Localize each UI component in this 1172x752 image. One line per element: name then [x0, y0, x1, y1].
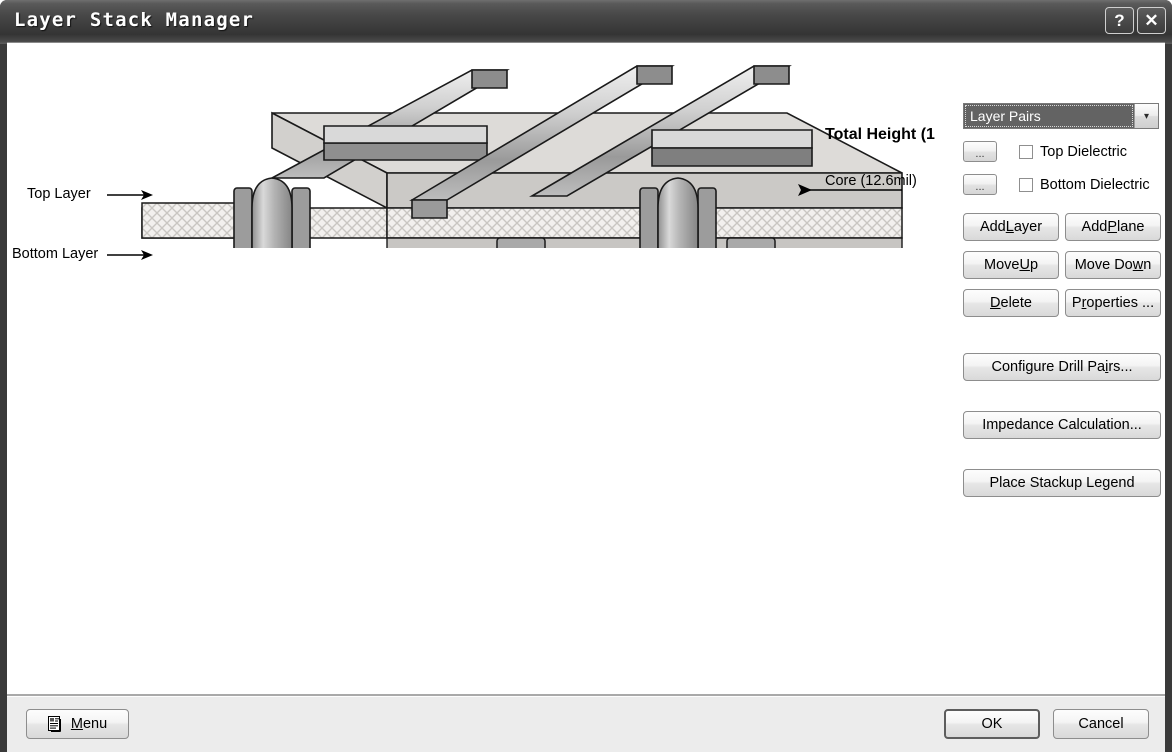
move-down-button[interactable]: Move Do w n — [1065, 251, 1161, 279]
top-dielectric-browse-button[interactable]: ... — [963, 141, 997, 162]
properties-button[interactable]: Pr operties ... — [1065, 289, 1161, 317]
move-up-button[interactable]: Move Up — [963, 251, 1059, 279]
add-layer-accel: L — [1005, 219, 1014, 235]
title-bar[interactable]: Layer Stack Manager ? ✕ — [0, 0, 1172, 44]
impedance-calculation-button[interactable]: Impedance Calculation... — [963, 411, 1161, 439]
impedance-label: Impedance Calculation... — [982, 417, 1142, 433]
add-layer-label-pre: Add — [979, 219, 1006, 235]
menu-button-label: Menu — [71, 716, 107, 732]
help-icon[interactable]: ? — [1105, 7, 1134, 34]
bottom-dielectric-checkbox[interactable] — [1019, 177, 1033, 192]
bottom-dielectric-browse-button[interactable]: ... — [963, 174, 997, 195]
add-plane-accel: P — [1107, 219, 1118, 235]
add-plane-label-pre: Add — [1081, 219, 1108, 235]
bottom-dielectric-row: ... Bottom Dielectric — [963, 174, 1150, 195]
cancel-button[interactable]: Cancel — [1053, 709, 1149, 739]
menu-list-icon — [47, 716, 63, 732]
drill-pairs-label-pre: Configure Drill Pa — [991, 359, 1106, 375]
bottom-dielectric-label: Bottom Dielectric — [1040, 176, 1150, 193]
move-up-accel: U — [1019, 257, 1030, 273]
stack-mode-combobox[interactable]: Layer Pairs ▾ — [963, 103, 1159, 129]
dialog-footer: Menu OK Cancel — [7, 694, 1165, 752]
place-stackup-legend-button[interactable]: Place Stackup Legend — [963, 469, 1161, 497]
dialog-client-area: Top Layer Bottom Layer Total Height (1 C… — [7, 42, 1165, 752]
properties-label-pre: P — [1071, 295, 1082, 311]
pcb-stack-svg — [141, 65, 903, 265]
top-dielectric-row: ... Top Dielectric — [963, 141, 1127, 162]
add-layer-button[interactable]: Add Layer — [963, 213, 1059, 241]
label-core: Core (12.6mil) — [825, 173, 917, 189]
add-plane-button[interactable]: Add Plane — [1065, 213, 1161, 241]
top-dielectric-label: Top Dielectric — [1040, 143, 1128, 160]
move-down-accel: w — [1132, 257, 1144, 273]
top-dielectric-checkbox[interactable] — [1019, 144, 1033, 159]
move-down-label-pre: Move Do — [1074, 257, 1133, 273]
via-2 — [639, 177, 717, 265]
menu-label-post: enu — [82, 716, 108, 732]
arrow-top-layer — [107, 190, 153, 200]
stack-mode-value[interactable]: Layer Pairs — [964, 104, 1134, 128]
delete-accel: D — [990, 295, 1001, 311]
drill-pairs-label-post: rs... — [1108, 359, 1133, 375]
move-up-label-pre: Move — [983, 257, 1020, 273]
dialog-window: Layer Stack Manager ? ✕ Top Layer Bottom… — [0, 0, 1172, 752]
move-up-label-post: p — [1029, 257, 1039, 273]
ok-button[interactable]: OK — [944, 709, 1040, 739]
pcb-stack-illustration: Top Layer Bottom Layer Total Height (1 C… — [12, 48, 962, 265]
add-layer-label-post: ayer — [1013, 219, 1043, 235]
configure-drill-pairs-button[interactable]: Configure Drill Pa i rs... — [963, 353, 1161, 381]
chevron-down-icon[interactable]: ▾ — [1134, 104, 1158, 128]
delete-label-post: elete — [1000, 295, 1032, 311]
label-total-height: Total Height (1 — [825, 126, 935, 143]
menu-button[interactable]: Menu — [26, 709, 129, 739]
add-plane-label-post: lane — [1117, 219, 1145, 235]
title-bar-buttons: ? ✕ — [1105, 7, 1166, 34]
label-bottom-layer: Bottom Layer — [12, 246, 99, 262]
menu-accel: M — [70, 716, 83, 732]
properties-label-post: operties ... — [1086, 295, 1155, 311]
move-down-label-post: n — [1143, 257, 1152, 273]
arrow-bottom-layer — [107, 250, 153, 260]
label-top-layer: Top Layer — [27, 186, 91, 202]
window-title: Layer Stack Manager — [14, 9, 255, 31]
delete-button[interactable]: Delete — [963, 289, 1059, 317]
stackup-legend-label: Place Stackup Legend — [989, 475, 1135, 491]
close-icon[interactable]: ✕ — [1137, 7, 1166, 34]
